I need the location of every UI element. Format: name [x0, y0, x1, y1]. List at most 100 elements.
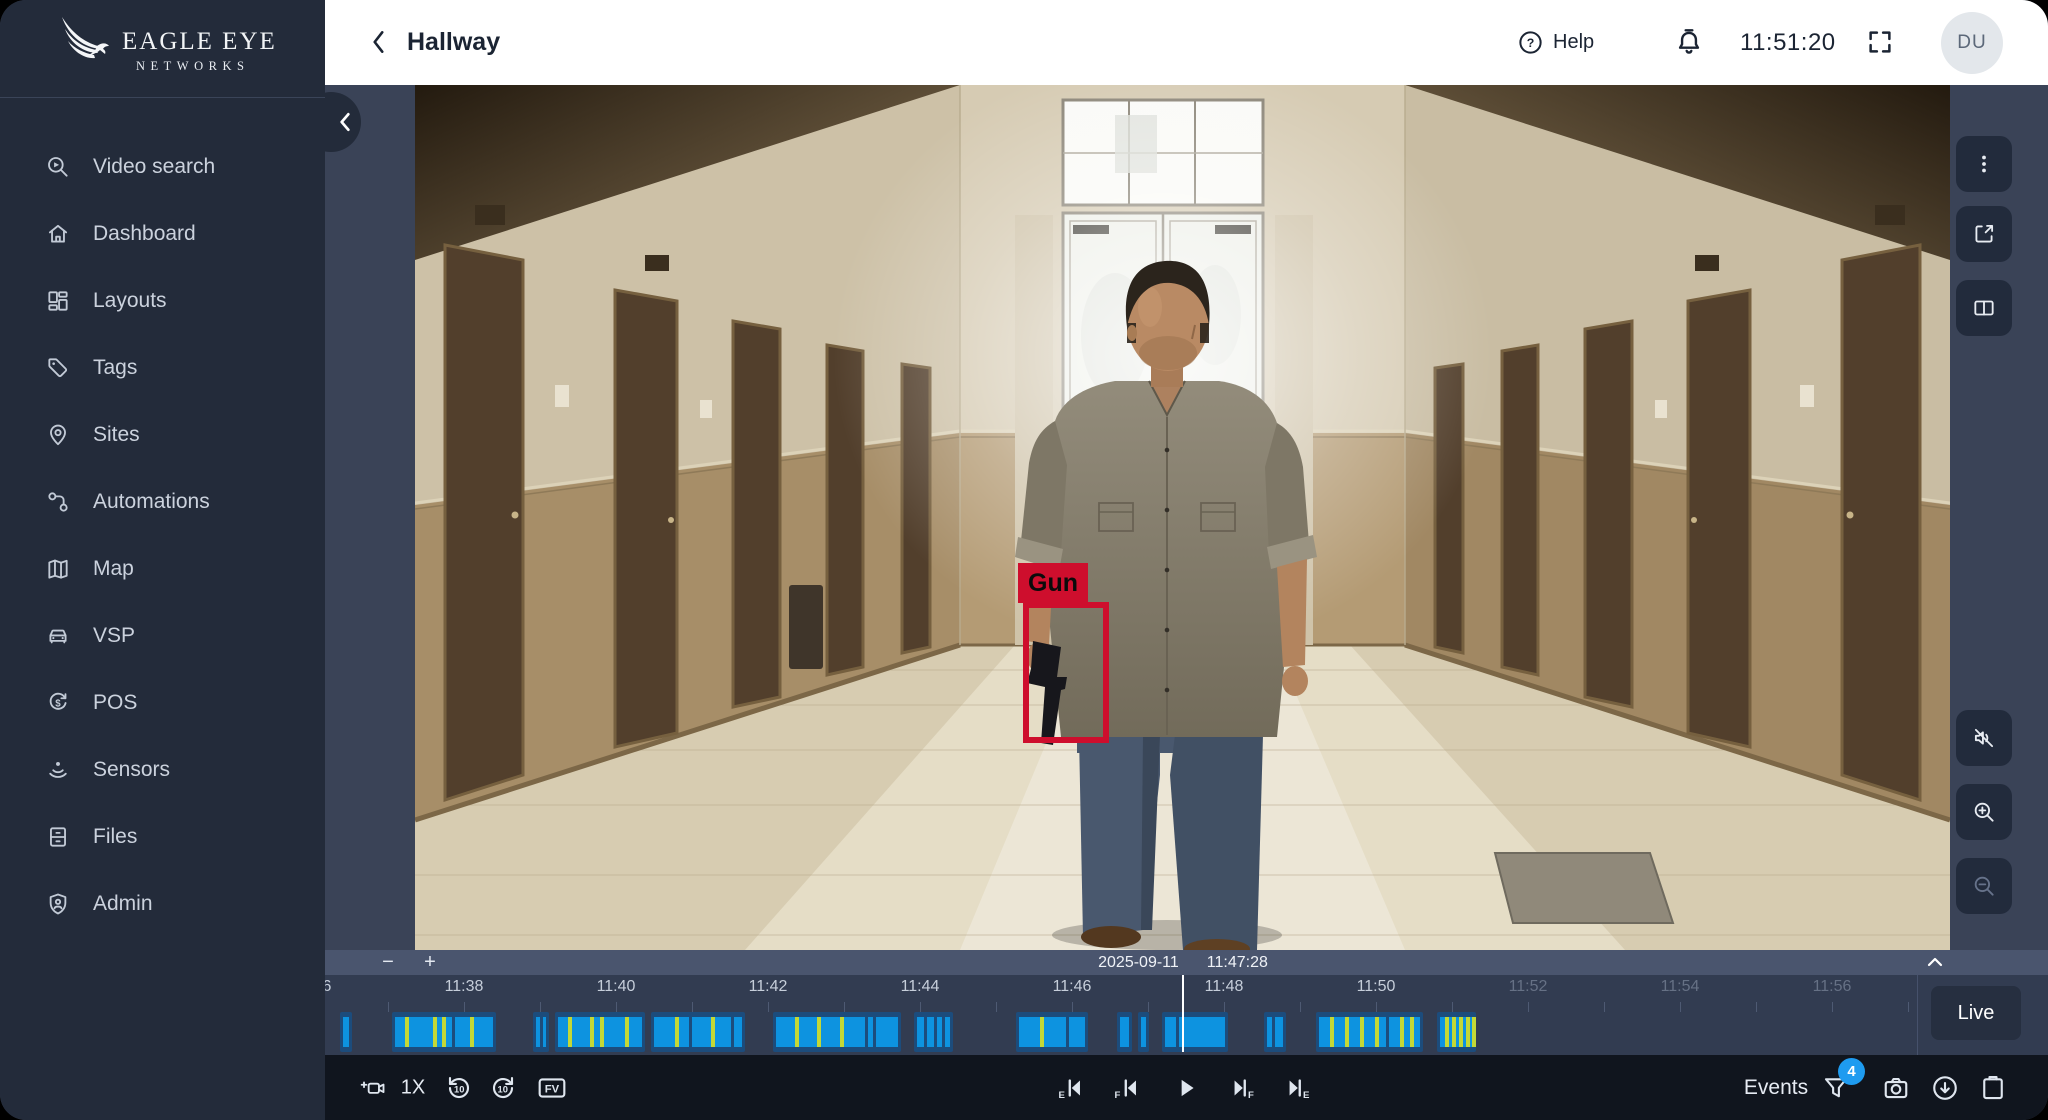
help-button[interactable]: ? Help: [1517, 0, 1594, 85]
activity-segment[interactable]: [1117, 1012, 1132, 1052]
event-stripe: [1466, 1017, 1470, 1047]
timeline-body[interactable]: 11:3611:3811:4011:4211:4411:4611:4811:50…: [325, 975, 1917, 1055]
segment-gap: [924, 1017, 927, 1047]
playback-speed-button[interactable]: 1X: [401, 1076, 425, 1099]
sidebar-item-map[interactable]: Map: [0, 535, 325, 602]
timeline-zoom-in-button[interactable]: +: [417, 950, 443, 975]
vsp-car-icon: [45, 623, 71, 649]
activity-segment[interactable]: [1437, 1012, 1476, 1052]
zoom-in-button[interactable]: [1956, 784, 2012, 840]
timeline-minor-tick: [1452, 1002, 1453, 1012]
download-button[interactable]: [1930, 1073, 1960, 1103]
sidebar-item-label: Map: [93, 557, 134, 581]
timeline-minor-tick: [1832, 1002, 1833, 1012]
activity-segment[interactable]: [1316, 1012, 1423, 1052]
playback-speed-label: 1X: [401, 1076, 425, 1099]
split-view-button[interactable]: [1956, 280, 2012, 336]
files-icon: [45, 824, 71, 850]
activity-segment[interactable]: [773, 1012, 901, 1052]
more-options-button[interactable]: [1956, 136, 2012, 192]
play-button[interactable]: [1173, 1075, 1199, 1101]
clipboard-calendar-icon: [1978, 1073, 2008, 1103]
full-video-button[interactable]: FV: [537, 1074, 567, 1102]
activity-segment[interactable]: [1016, 1012, 1088, 1052]
add-camera-view-button[interactable]: [358, 1075, 388, 1101]
event-stripe: [840, 1017, 844, 1047]
sidebar-item-automations[interactable]: Automations: [0, 468, 325, 535]
page-title: Hallway: [407, 0, 500, 85]
next-event-button[interactable]: E: [1281, 1076, 1311, 1100]
sidebar: EAGLE EYE NETWORKS Video search Dashboar…: [0, 0, 325, 1120]
video-search-icon: [45, 154, 71, 180]
event-stripe: [1459, 1017, 1463, 1047]
activity-segment[interactable]: [1162, 1012, 1228, 1052]
activity-segment[interactable]: [1138, 1012, 1149, 1052]
segment-gap: [942, 1017, 945, 1047]
user-avatar[interactable]: DU: [1941, 12, 2003, 74]
calendar-button[interactable]: [1978, 1073, 2008, 1103]
notifications-button[interactable]: [1673, 26, 1705, 58]
sidebar-item-label: VSP: [93, 624, 135, 648]
activity-segment[interactable]: [1264, 1012, 1286, 1052]
activity-segment[interactable]: [555, 1012, 645, 1052]
forward-10-button[interactable]: 10: [488, 1073, 518, 1103]
camera-video-surface[interactable]: Gun: [415, 85, 1950, 950]
events-toggle[interactable]: Events: [1744, 1076, 1808, 1100]
svg-text:$: $: [55, 698, 61, 709]
timeline-playhead[interactable]: [1182, 975, 1184, 1052]
previous-frame-button[interactable]: F: [1114, 1076, 1144, 1100]
playhead-date: 2025-09-11: [1098, 950, 1179, 975]
fullscreen-button[interactable]: [1865, 27, 1895, 57]
skip-next-event-icon: E: [1281, 1076, 1311, 1100]
event-stripe: [1330, 1017, 1334, 1047]
sidebar-item-vsp[interactable]: VSP: [0, 602, 325, 669]
sidebar-item-layouts[interactable]: Layouts: [0, 267, 325, 334]
snapshot-button[interactable]: [1881, 1073, 1911, 1103]
zoom-out-button[interactable]: [1956, 858, 2012, 914]
event-stripe: [795, 1017, 799, 1047]
activity-segment[interactable]: [340, 1012, 352, 1052]
timeline-tick-label: 11:56: [1813, 978, 1852, 996]
event-stripe: [1040, 1017, 1044, 1047]
rewind-10-button[interactable]: 10: [444, 1073, 474, 1103]
activity-segment[interactable]: [914, 1012, 953, 1052]
sidebar-item-tags[interactable]: Tags: [0, 334, 325, 401]
sidebar-item-label: Layouts: [93, 289, 167, 313]
back-button[interactable]: [367, 28, 391, 56]
mute-button[interactable]: [1956, 710, 2012, 766]
events-filter-badge: 4: [1838, 1058, 1865, 1085]
sidebar-item-pos[interactable]: $ POS: [0, 669, 325, 736]
timeline-minor-tick: [1300, 1002, 1301, 1012]
sidebar-item-sensors[interactable]: Sensors: [0, 736, 325, 803]
previous-event-button[interactable]: E: [1058, 1076, 1088, 1100]
next-frame-button[interactable]: F: [1226, 1076, 1256, 1100]
timeline-collapse-button[interactable]: [1925, 954, 1945, 970]
open-new-window-button[interactable]: [1956, 206, 2012, 262]
activity-segment[interactable]: [392, 1012, 496, 1052]
timeline-minor-tick: [920, 1002, 921, 1012]
event-stripe: [711, 1017, 715, 1047]
sidebar-item-label: Tags: [93, 356, 137, 380]
sidebar-item-admin[interactable]: Admin: [0, 870, 325, 937]
sidebar-item-dashboard[interactable]: Dashboard: [0, 200, 325, 267]
timeline-tick-label: 11:36: [325, 978, 331, 996]
event-stripe: [1400, 1017, 1404, 1047]
activity-segment[interactable]: [533, 1012, 549, 1052]
open-new-window-icon: [1971, 221, 1997, 247]
segment-gap: [540, 1017, 543, 1047]
eagle-logo-icon: [58, 15, 114, 77]
svg-text:F: F: [1115, 1090, 1121, 1100]
activity-track[interactable]: [325, 1012, 1917, 1052]
timeline-tick-label: 11:44: [901, 978, 940, 996]
sidebar-item-video-search[interactable]: Video search: [0, 133, 325, 200]
live-button[interactable]: Live: [1931, 986, 2021, 1040]
sidebar-item-files[interactable]: Files: [0, 803, 325, 870]
event-stripe: [470, 1017, 474, 1047]
sidebar-item-sites[interactable]: Sites: [0, 401, 325, 468]
events-label: Events: [1744, 1076, 1808, 1100]
top-header: Hallway ? Help 11:51:20 DU: [325, 0, 2048, 85]
timeline-zoom-out-button[interactable]: −: [375, 950, 401, 975]
activity-segment[interactable]: [651, 1012, 745, 1052]
timeline-minor-tick: [1604, 1002, 1605, 1012]
sidebar-item-label: Admin: [93, 892, 153, 916]
